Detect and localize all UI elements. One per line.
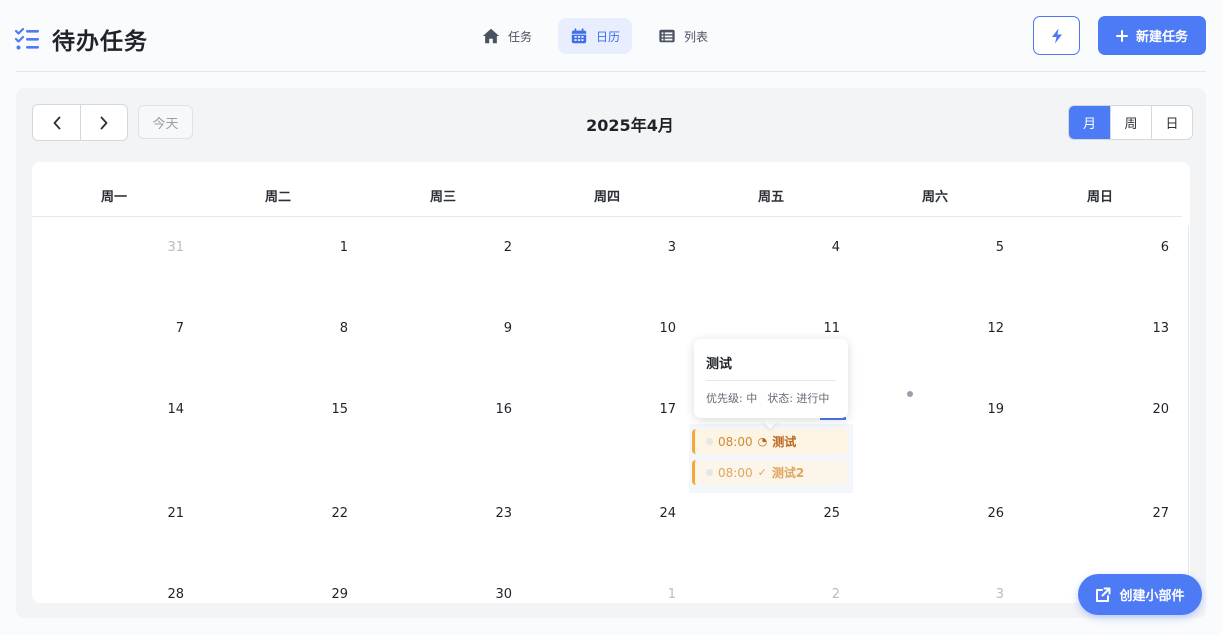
day-cell[interactable]: 25 xyxy=(800,506,840,521)
header-divider xyxy=(16,71,1206,72)
calendar-icon xyxy=(571,28,587,44)
day-cell[interactable]: 5 xyxy=(964,240,1004,255)
day-cell[interactable]: 20 xyxy=(1129,402,1169,417)
event-time: 08:00 xyxy=(718,465,753,480)
chevron-right-icon xyxy=(100,116,108,129)
month-grid: 周一 周二 周三 周四 周五 周六 周日 31 1 2 3 4 5 6 7 8 … xyxy=(32,162,1190,603)
checklist-icon xyxy=(14,27,39,50)
weekday-mon: 周一 xyxy=(100,190,127,205)
day-cell[interactable]: 7 xyxy=(144,321,184,336)
main-nav: 任务 日历 列表 xyxy=(470,18,720,54)
view-month-button[interactable]: 月 xyxy=(1069,106,1110,139)
home-icon xyxy=(482,28,500,44)
grid-edge xyxy=(1188,226,1189,603)
new-task-button[interactable]: 新建任务 xyxy=(1098,16,1206,55)
day-cell[interactable]: 31 xyxy=(144,240,184,255)
create-widget-button[interactable]: 创建小部件 xyxy=(1078,574,1202,615)
day-cell[interactable]: 8 xyxy=(308,321,348,336)
day-cell[interactable]: 11 xyxy=(800,321,840,336)
app-title: 待办任务 xyxy=(52,29,148,55)
day-cell[interactable]: 17 xyxy=(636,402,676,417)
month-title: 2025年4月 xyxy=(586,116,674,135)
month-navigation xyxy=(32,104,128,141)
external-link-icon xyxy=(1096,587,1111,602)
weekday-sat: 周六 xyxy=(921,190,948,205)
day-cell[interactable]: 16 xyxy=(472,402,512,417)
day-cell[interactable]: 22 xyxy=(308,506,348,521)
day-cell[interactable]: 29 xyxy=(308,587,348,602)
quick-action-button[interactable] xyxy=(1033,16,1080,55)
tab-list-label: 列表 xyxy=(684,29,709,44)
list-icon xyxy=(659,29,675,43)
popover-meta: 优先级: 中状态: 进行中 xyxy=(706,390,829,406)
day-cell[interactable]: 2 xyxy=(800,587,840,602)
day-cell[interactable]: 3 xyxy=(964,587,1004,602)
day-cell[interactable]: 24 xyxy=(636,506,676,521)
chevron-left-icon xyxy=(53,116,60,129)
day-cell[interactable]: 2 xyxy=(472,240,512,255)
day-cell[interactable]: 4 xyxy=(800,240,840,255)
day-cell[interactable]: 6 xyxy=(1129,240,1169,255)
day-cell[interactable]: 1 xyxy=(636,587,676,602)
weekday-header: 周一 周二 周三 周四 周五 周六 周日 xyxy=(32,162,1182,217)
tab-list[interactable]: 列表 xyxy=(646,18,720,54)
popover-priority: 优先级: 中 xyxy=(706,392,758,405)
popover-status: 状态: 进行中 xyxy=(767,392,830,405)
event-time: 08:00 xyxy=(718,434,753,449)
day-cell[interactable]: 10 xyxy=(636,321,676,336)
day-cell[interactable]: 1 xyxy=(308,240,348,255)
weekday-sun: 周日 xyxy=(1086,190,1113,205)
today-button[interactable]: 今天 xyxy=(138,105,193,139)
day-cell[interactable]: 12 xyxy=(964,321,1004,336)
tab-calendar[interactable]: 日历 xyxy=(558,18,633,54)
weekday-tue: 周二 xyxy=(264,190,291,205)
calendar-event[interactable]: 08:00 ◔ 测试 xyxy=(692,429,848,454)
create-widget-label: 创建小部件 xyxy=(1119,589,1185,604)
app-header: 待办任务 任务 日历 列表 新建任务 xyxy=(0,0,1222,72)
next-month-button[interactable] xyxy=(80,105,127,140)
event-dot xyxy=(706,438,713,445)
day-cell[interactable]: 14 xyxy=(144,402,184,417)
view-week-button[interactable]: 周 xyxy=(1110,106,1151,139)
prev-month-button[interactable] xyxy=(33,105,80,140)
weekday-wed: 周三 xyxy=(429,190,456,205)
event-popover: 测试 优先级: 中状态: 进行中 xyxy=(694,339,848,418)
day-cell[interactable]: 19 xyxy=(964,402,1004,417)
popover-title: 测试 xyxy=(706,357,733,372)
in-progress-icon: ◔ xyxy=(757,435,768,448)
day-cell[interactable]: 3 xyxy=(636,240,676,255)
day-cell[interactable]: 15 xyxy=(308,402,348,417)
day-cell[interactable]: 28 xyxy=(144,587,184,602)
lightning-icon xyxy=(1051,28,1062,43)
view-switcher: 月 周 日 xyxy=(1068,105,1193,140)
view-day-button[interactable]: 日 xyxy=(1151,106,1192,139)
event-dot xyxy=(706,469,713,476)
day-cell[interactable]: 26 xyxy=(964,506,1004,521)
weekday-fri: 周五 xyxy=(757,190,784,205)
day-cell[interactable]: 23 xyxy=(472,506,512,521)
day-cell[interactable]: 27 xyxy=(1129,506,1169,521)
app-logo: 待办任务 xyxy=(14,22,148,56)
day-cell[interactable]: 13 xyxy=(1129,321,1169,336)
new-task-label: 新建任务 xyxy=(1135,30,1188,45)
day-cell[interactable]: 30 xyxy=(472,587,512,602)
tab-tasks-label: 任务 xyxy=(508,29,533,44)
weekday-thu: 周四 xyxy=(593,190,620,205)
tab-tasks[interactable]: 任务 xyxy=(470,18,544,54)
tab-calendar-label: 日历 xyxy=(596,29,621,44)
event-title: 测试 xyxy=(772,435,797,449)
day-cell[interactable]: 9 xyxy=(472,321,512,336)
check-icon: ✓ xyxy=(757,466,767,479)
popover-divider xyxy=(706,380,836,381)
calendar-event[interactable]: 08:00 ✓ 测试2 xyxy=(692,460,848,485)
cursor-dot xyxy=(907,391,913,397)
day-cell[interactable]: 21 xyxy=(144,506,184,521)
plus-icon xyxy=(1115,29,1128,42)
event-title: 测试2 xyxy=(771,466,805,480)
